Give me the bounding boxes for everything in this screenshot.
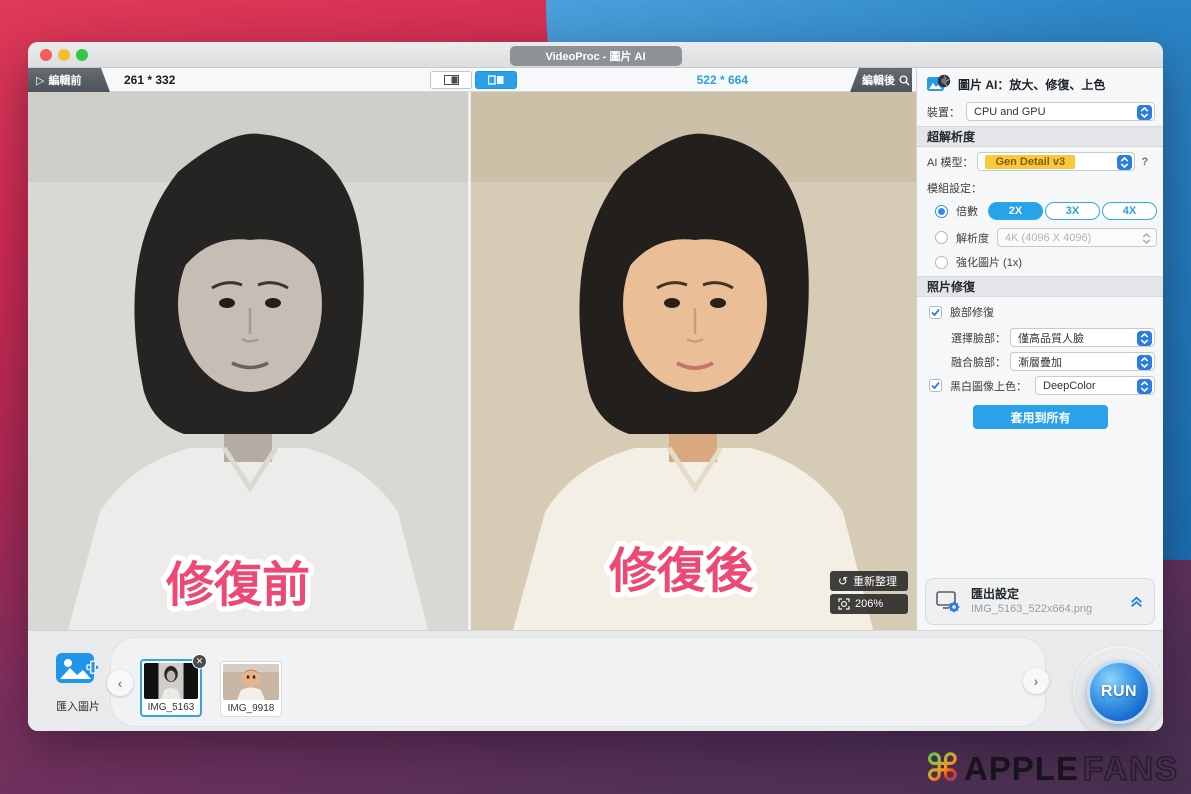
stepper-icon — [1139, 231, 1154, 247]
bottom-bar: ▾ 匯入圖片 ‹ IMG_5163 ✕ — [28, 630, 1163, 731]
tab-before-edit[interactable]: ▷ 編輯前 — [28, 68, 110, 92]
scale-4x-button[interactable]: 4X — [1102, 202, 1157, 220]
face-blend-label: 融合臉部： — [951, 354, 1006, 370]
zoom-level-indicator[interactable]: 206% — [830, 594, 908, 614]
face-restore-checkbox[interactable] — [929, 306, 942, 319]
refresh-icon: ↺ — [838, 575, 848, 587]
close-window-button[interactable] — [40, 49, 52, 61]
face-select-dropdown[interactable]: 僅高品質人臉 — [1010, 328, 1155, 347]
after-photo — [471, 92, 916, 630]
thumbnails-prev-button[interactable]: ‹ — [107, 670, 133, 696]
apply-to-all-button[interactable]: 套用到所有 — [973, 405, 1108, 429]
scale-2x-button[interactable]: 2X — [988, 202, 1043, 220]
export-settings-icon — [936, 590, 962, 614]
before-photo-pane[interactable]: 修復前 — [28, 92, 468, 630]
module-settings-label: 模組設定： — [927, 180, 982, 196]
colorize-checkbox[interactable] — [929, 379, 942, 392]
image-ai-icon — [927, 74, 951, 94]
refresh-button[interactable]: ↺ 重新整理 — [830, 571, 908, 591]
editor-toolbar: ▷ 編輯前 261 * 332 — [28, 68, 916, 92]
window-title: VideoProc - 圖片 AI — [509, 46, 681, 66]
comparison-viewer: 修復前 — [28, 92, 916, 630]
enhance-label: 強化圖片 (1x) — [956, 254, 1022, 270]
section-super-resolution: 超解析度 — [917, 126, 1163, 147]
stepper-icon — [1117, 155, 1132, 171]
colorize-label: 黑白圖像上色： — [950, 378, 1027, 394]
thumbnail-name: IMG_5163 — [144, 702, 198, 713]
thumbnail-image — [223, 664, 279, 700]
thumbnail-img-9918[interactable]: IMG_9918 — [220, 661, 282, 717]
thumbnails-next-button[interactable]: › — [1023, 668, 1049, 694]
stepper-icon — [1137, 379, 1152, 395]
thumbnail-img-5163[interactable]: IMG_5163 ✕ — [140, 659, 202, 717]
after-photo-pane[interactable]: 修復後 ↺ 重新整理 — [471, 92, 916, 630]
applefans-watermark: ⌘ APPLE FANS — [925, 750, 1179, 788]
scale-radio[interactable] — [935, 205, 948, 218]
help-icon[interactable]: ? — [1141, 156, 1148, 168]
stepper-icon — [1137, 105, 1152, 121]
resolution-radio[interactable] — [935, 231, 948, 244]
watermark-brand-light: FANS — [1083, 750, 1179, 788]
face-select-label: 選擇臉部： — [951, 330, 1006, 346]
scale-3x-button[interactable]: 3X — [1045, 202, 1100, 220]
ai-model-label: AI 模型： — [927, 154, 973, 170]
import-label: 匯入圖片 — [42, 698, 114, 714]
split-view-button[interactable] — [475, 71, 517, 89]
face-restore-label: 臉部修復 — [950, 304, 994, 320]
before-size-label: 261 * 332 — [124, 73, 175, 87]
panel-title: 圖片 AI：放大、修復、上色 — [958, 76, 1105, 93]
zoom-window-button[interactable] — [76, 49, 88, 61]
face-blend-dropdown[interactable]: 漸層疊加 — [1010, 352, 1155, 371]
split-view-icon — [488, 75, 504, 85]
export-settings-title: 匯出設定 — [971, 586, 1120, 602]
magnifier-icon — [899, 75, 910, 86]
desktop-background: VideoProc - 圖片 AI ▷ 編輯前 261 * 332 — [0, 0, 1191, 794]
tab-after-edit[interactable]: 編輯後 — [850, 68, 912, 92]
close-icon[interactable]: ✕ — [192, 654, 207, 669]
single-view-button[interactable] — [430, 71, 472, 89]
command-logo-icon: ⌘ — [925, 750, 960, 788]
view-mode-toggle — [430, 71, 517, 89]
play-icon: ▷ — [36, 74, 44, 87]
resolution-select[interactable]: 4K (4096 X 4096) — [997, 228, 1157, 247]
section-photo-restore: 照片修復 — [917, 276, 1163, 297]
thumbnail-name: IMG_9918 — [223, 703, 279, 714]
collapse-chevron-icon[interactable] — [1129, 594, 1144, 609]
before-photo — [28, 92, 468, 630]
colorize-dropdown[interactable]: DeepColor — [1035, 376, 1155, 395]
enhance-radio[interactable] — [935, 256, 948, 269]
resolution-label: 解析度 — [956, 230, 989, 246]
videoproc-window: VideoProc - 圖片 AI ▷ 編輯前 261 * 332 — [28, 42, 1163, 731]
after-size-label: 522 * 664 — [697, 73, 748, 87]
import-image-icon — [55, 651, 101, 689]
watermark-brand-bold: APPLE — [964, 750, 1079, 788]
viewer-overlay-controls: ↺ 重新整理 206% — [830, 571, 908, 614]
scale-label: 倍數 — [956, 203, 978, 219]
titlebar: VideoProc - 圖片 AI — [28, 42, 1163, 68]
ai-model-select[interactable]: Gen Detail v3 — [977, 152, 1135, 171]
run-button[interactable]: RUN — [1087, 660, 1151, 724]
stepper-icon — [1137, 331, 1152, 347]
export-filename: IMG_5163_522x664.png — [971, 602, 1120, 617]
stepper-icon — [1137, 355, 1152, 371]
zoom-frame-icon — [838, 598, 850, 610]
settings-panel: 圖片 AI：放大、修復、上色 裝置： CPU and GPU 超解析度 AI 模… — [916, 68, 1163, 630]
device-select[interactable]: CPU and GPU — [966, 102, 1155, 121]
thumbnail-image — [144, 663, 198, 699]
minimize-window-button[interactable] — [58, 49, 70, 61]
device-label: 裝置： — [927, 104, 960, 120]
single-view-icon — [444, 75, 459, 85]
editor-area: ▷ 編輯前 261 * 332 — [28, 68, 916, 630]
export-settings-card[interactable]: 匯出設定 IMG_5163_522x664.png — [925, 578, 1155, 625]
import-image-button[interactable]: ▾ 匯入圖片 — [42, 651, 114, 714]
